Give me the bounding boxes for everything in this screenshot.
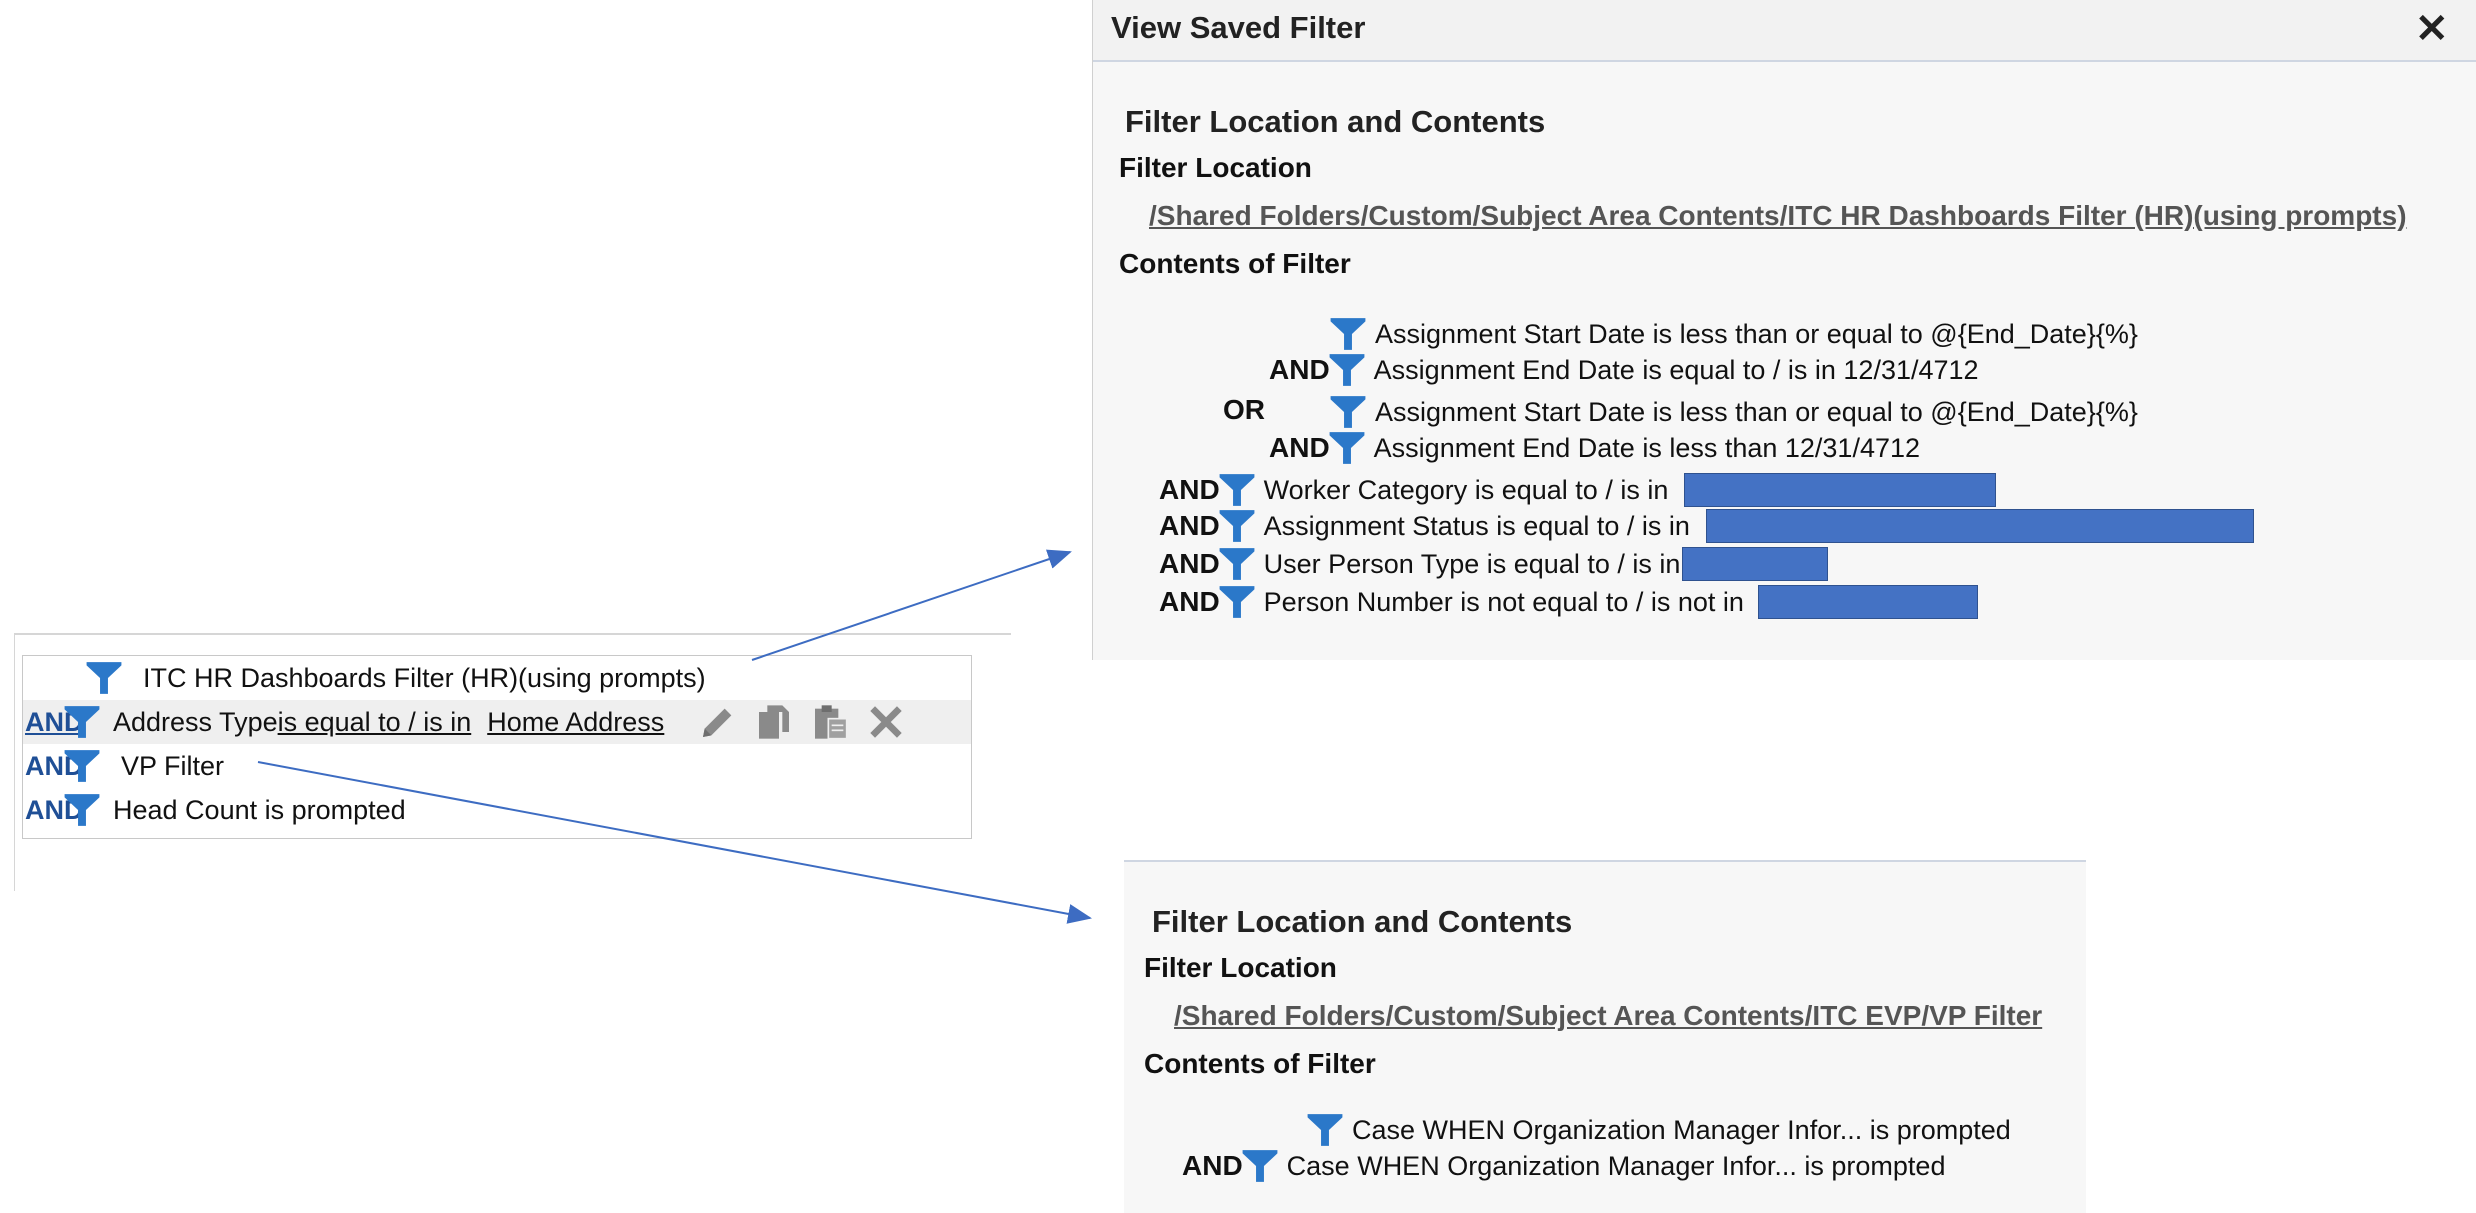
funnel-icon <box>1218 471 1256 509</box>
redaction-box <box>1705 509 2254 543</box>
and-connector: AND <box>1182 1150 1243 1181</box>
redaction-box <box>1682 547 1829 581</box>
close-icon[interactable]: ✕ <box>2415 6 2449 52</box>
filter-condition: AND Assignment End Date is equal to / is… <box>1269 352 1979 388</box>
section-title: Filter Location and Contents <box>1125 104 1546 139</box>
filter-location-link[interactable]: /Shared Folders/Custom/Subject Area Cont… <box>1149 200 2407 232</box>
filter-condition: AND Worker Category is equal to / is in <box>1159 471 1997 509</box>
filter-condition: AND Assignment Status is equal to / is i… <box>1159 508 2254 544</box>
filter-location-label: Filter Location <box>1119 152 1312 183</box>
arrow-to-vp-filter <box>257 761 1092 924</box>
funnel-icon <box>1241 1147 1279 1185</box>
view-saved-filter-dialog: View Saved Filter ✕ Filter Location and … <box>1092 0 2476 660</box>
funnel-icon <box>1328 351 1366 389</box>
or-connector: OR <box>1223 394 1265 425</box>
and-connector: AND <box>1159 586 1220 617</box>
dialog-title: View Saved Filter <box>1111 10 1366 45</box>
funnel-icon <box>1218 507 1256 545</box>
funnel-icon <box>1329 393 1367 431</box>
filter-location-label: Filter Location <box>1144 952 1337 983</box>
filter-condition: Assignment Start Date is less than or eq… <box>1329 316 2138 352</box>
and-connector: AND <box>1159 510 1220 541</box>
filter-condition: AND Person Number is not equal to / is n… <box>1159 584 1978 620</box>
contents-of-filter-label: Contents of Filter <box>1144 1048 1376 1079</box>
vp-filter-contents-panel: Filter Location and Contents Filter Loca… <box>1124 860 2086 1213</box>
redaction-box <box>1757 585 1978 619</box>
dialog-header: View Saved Filter ✕ <box>1093 0 2476 62</box>
funnel-icon <box>1328 429 1366 467</box>
and-connector: AND <box>1269 354 1330 385</box>
filter-condition: Assignment Start Date is less than or eq… <box>1329 394 2138 430</box>
filter-condition: AND User Person Type is equal to / is in <box>1159 545 1829 583</box>
redaction-box <box>1684 473 1997 507</box>
funnel-icon <box>1306 1111 1344 1149</box>
contents-of-filter-label: Contents of Filter <box>1119 248 1351 279</box>
funnel-icon <box>1218 583 1256 621</box>
and-connector: AND <box>1269 432 1330 463</box>
funnel-icon <box>1329 315 1367 353</box>
filter-condition: Case WHEN Organization Manager Infor... … <box>1244 1112 2011 1148</box>
funnel-icon <box>1218 545 1256 583</box>
arrow-to-saved-filter <box>751 549 1072 661</box>
filter-location-link[interactable]: /Shared Folders/Custom/Subject Area Cont… <box>1174 1000 2042 1032</box>
and-connector: AND <box>1159 548 1220 579</box>
filter-condition: AND Case WHEN Organization Manager Infor… <box>1182 1148 1945 1184</box>
and-connector: AND <box>1159 474 1220 505</box>
section-title: Filter Location and Contents <box>1152 904 1573 939</box>
filter-condition: AND Assignment End Date is less than 12/… <box>1269 430 1920 466</box>
